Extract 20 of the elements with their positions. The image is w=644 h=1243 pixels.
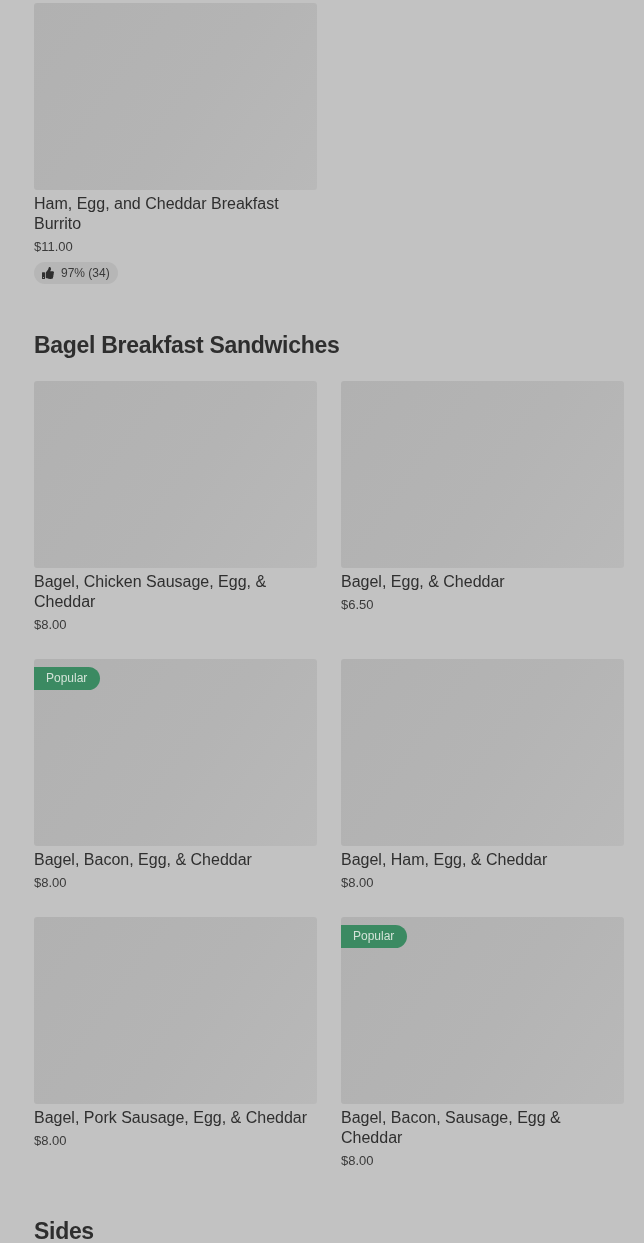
item-price: $6.50: [341, 596, 374, 614]
item-name: Bagel, Chicken Sausage, Egg, & Cheddar: [34, 572, 268, 612]
item-name: Ham, Egg, and Cheddar Breakfast Burrito: [34, 194, 280, 234]
item-price: $8.00: [34, 874, 67, 892]
item-price: $8.00: [341, 1152, 374, 1170]
popular-badge: Popular: [341, 925, 408, 948]
item-price: $8.00: [34, 616, 67, 634]
section-heading: Bagel Breakfast Sandwiches: [34, 333, 341, 357]
item-name: Bagel, Bacon, Sausage, Egg & Cheddar: [341, 1108, 562, 1148]
thumbs-up-icon: [42, 267, 54, 279]
rating-text: 97% (34): [61, 266, 110, 280]
popular-badge: Popular: [34, 667, 101, 690]
item-price: $11.00: [34, 238, 73, 256]
item-name: Bagel, Pork Sausage, Egg, & Cheddar: [34, 1108, 308, 1128]
item-name: Bagel, Bacon, Egg, & Cheddar: [34, 850, 252, 870]
item-price: $8.00: [341, 874, 374, 892]
item-name: Bagel, Ham, Egg, & Cheddar: [341, 850, 548, 870]
item-name: Bagel, Egg, & Cheddar: [341, 572, 505, 592]
item-price: $8.00: [34, 1132, 67, 1150]
section-heading: Sides: [34, 1219, 95, 1243]
